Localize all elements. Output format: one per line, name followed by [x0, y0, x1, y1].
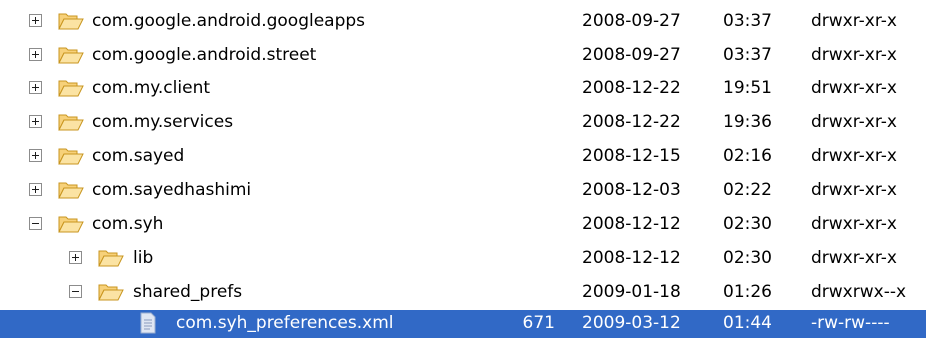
tree-row-com-google-android-googleapps[interactable]: com.google.android.googleapps 2008-09-27… — [0, 5, 926, 39]
open-folder-icon — [58, 80, 84, 97]
entry-name: com.google.android.googleapps — [92, 11, 366, 31]
entry-permissions: drwxr-xr-x — [811, 214, 897, 234]
collapse-toggle-icon[interactable] — [29, 217, 42, 230]
entry-date: 2008-12-22 — [582, 112, 681, 132]
tree-row-lib[interactable]: lib 2008-12-12 02:30 drwxr-xr-x — [0, 242, 926, 276]
expand-toggle-icon[interactable] — [29, 81, 42, 94]
tree-row-com-sayedhashimi[interactable]: com.sayedhashimi 2008-12-03 02:22 drwxr-… — [0, 174, 926, 208]
tree-row-com-syh[interactable]: com.syh 2008-12-12 02:30 drwxr-xr-x — [0, 208, 926, 242]
entry-time: 02:22 — [723, 180, 772, 200]
expand-toggle-icon[interactable] — [29, 115, 42, 128]
document-icon — [140, 312, 156, 334]
entry-time: 01:26 — [723, 282, 772, 302]
entry-permissions: drwxr-xr-x — [811, 78, 897, 98]
entry-permissions: drwxr-xr-x — [811, 180, 897, 200]
entry-time: 01:44 — [723, 313, 772, 333]
tree-row-com-my-client[interactable]: com.my.client 2008-12-22 19:51 drwxr-xr-… — [0, 72, 926, 106]
entry-name: com.sayed — [92, 146, 185, 166]
entry-permissions: drwxr-xr-x — [811, 112, 897, 132]
entry-name: com.sayedhashimi — [92, 180, 252, 200]
entry-name: com.google.android.street — [92, 45, 317, 65]
entry-time: 03:37 — [723, 45, 772, 65]
entry-date: 2008-12-22 — [582, 78, 681, 98]
expand-toggle-icon[interactable] — [29, 14, 42, 27]
open-folder-icon — [58, 216, 84, 233]
tree-row-com-google-android-street[interactable]: com.google.android.street 2008-09-27 03:… — [0, 39, 926, 73]
expand-toggle-icon[interactable] — [29, 149, 42, 162]
collapse-toggle-icon[interactable] — [69, 285, 82, 298]
entry-time: 19:36 — [723, 112, 772, 132]
entry-date: 2008-12-12 — [582, 214, 681, 234]
expand-toggle-icon[interactable] — [29, 48, 42, 61]
open-folder-icon — [58, 148, 84, 165]
tree-row-com-syh-preferences-xml[interactable]: com.syh_preferences.xml 671 2009-03-12 0… — [0, 310, 926, 338]
entry-name: com.syh_preferences.xml — [176, 313, 394, 333]
entry-date: 2008-09-27 — [582, 11, 681, 31]
entry-time: 02:16 — [723, 146, 772, 166]
entry-name: com.my.client — [92, 78, 211, 98]
entry-permissions: drwxr-xr-x — [811, 146, 897, 166]
entry-date: 2008-09-27 — [582, 45, 681, 65]
open-folder-icon — [98, 284, 124, 301]
tree-row-shared-prefs[interactable]: shared_prefs 2009-01-18 01:26 drwxrwx--x — [0, 276, 926, 310]
expand-toggle-icon[interactable] — [69, 251, 82, 264]
entry-name: com.my.services — [92, 112, 234, 132]
entry-size: 671 — [522, 313, 555, 333]
tree-row-com-sayed[interactable]: com.sayed 2008-12-15 02:16 drwxr-xr-x — [0, 140, 926, 174]
expand-toggle-icon[interactable] — [29, 183, 42, 196]
entry-name: com.syh — [92, 214, 164, 234]
entry-permissions: drwxrwx--x — [811, 282, 907, 302]
open-folder-icon — [58, 47, 84, 64]
entry-time: 02:30 — [723, 214, 772, 234]
entry-date: 2009-01-18 — [582, 282, 681, 302]
open-folder-icon — [58, 182, 84, 199]
entry-date: 2009-03-12 — [582, 313, 681, 333]
open-folder-icon — [58, 13, 84, 30]
entry-time: 19:51 — [723, 78, 772, 98]
entry-time: 02:30 — [723, 248, 772, 268]
entry-date: 2008-12-12 — [582, 248, 681, 268]
entry-permissions: drwxr-xr-x — [811, 45, 897, 65]
entry-name: shared_prefs — [133, 282, 243, 302]
entry-date: 2008-12-03 — [582, 180, 681, 200]
entry-name: lib — [133, 248, 154, 268]
entry-time: 03:37 — [723, 11, 772, 31]
open-folder-icon — [98, 250, 124, 267]
entry-permissions: drwxr-xr-x — [811, 248, 897, 268]
entry-date: 2008-12-15 — [582, 146, 681, 166]
open-folder-icon — [58, 114, 84, 131]
tree-row-com-my-services[interactable]: com.my.services 2008-12-22 19:36 drwxr-x… — [0, 106, 926, 140]
entry-permissions: -rw-rw---- — [811, 313, 890, 333]
entry-permissions: drwxr-xr-x — [811, 11, 897, 31]
